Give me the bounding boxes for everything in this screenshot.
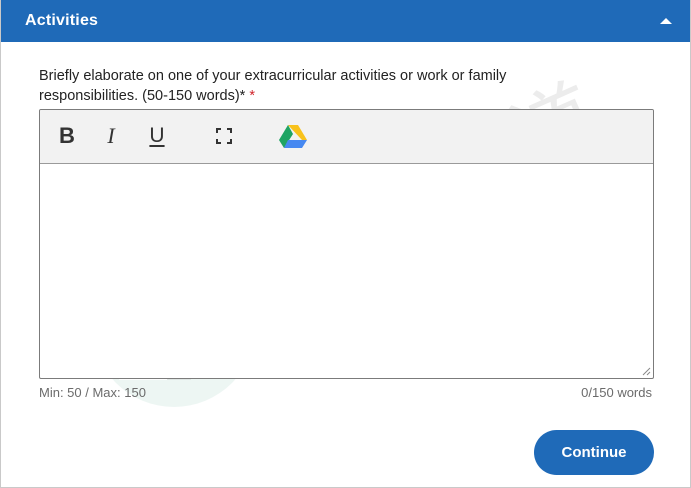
question-text: Briefly elaborate on one of your extracu… <box>39 68 507 104</box>
fullscreen-icon <box>216 128 232 144</box>
question-label: Briefly elaborate on one of your extracu… <box>39 66 599 106</box>
continue-button[interactable]: Continue <box>534 430 654 475</box>
editor-toolbar: B I U <box>40 110 653 164</box>
word-count-text: 0/150 words <box>581 385 652 400</box>
word-limits-text: Min: 50 / Max: 150 <box>39 385 146 400</box>
required-marker: * <box>249 88 256 104</box>
resize-handle-icon[interactable] <box>641 366 651 376</box>
google-drive-icon <box>279 125 307 148</box>
google-drive-button[interactable] <box>276 122 310 150</box>
response-textarea[interactable] <box>40 164 653 378</box>
section-title: Activities <box>25 12 99 29</box>
underline-button[interactable]: U <box>141 122 173 150</box>
rich-text-editor: B I U <box>39 109 654 379</box>
italic-button[interactable]: I <box>95 122 127 150</box>
bold-button[interactable]: B <box>51 122 83 150</box>
fullscreen-button[interactable] <box>208 122 240 150</box>
chevron-up-icon[interactable] <box>660 17 672 25</box>
section-header[interactable]: Activities <box>1 0 690 42</box>
activities-panel: Activities 棕榈大道 Briefly elaborate on one… <box>0 0 691 488</box>
